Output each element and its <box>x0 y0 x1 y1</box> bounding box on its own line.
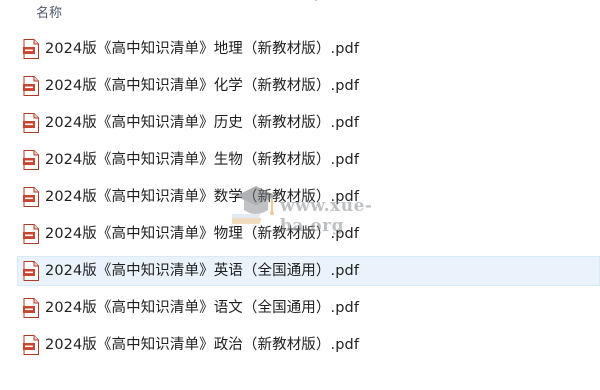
pdf-file-icon <box>23 113 39 133</box>
file-list-item[interactable]: 2024版《高中知识清单》政治（新教材版）.pdf <box>17 330 600 360</box>
file-name: 2024版《高中知识清单》物理（新教材版）.pdf <box>45 226 360 242</box>
pdf-file-icon <box>23 261 39 281</box>
pdf-file-icon <box>23 39 39 59</box>
pdf-file-icon <box>23 224 39 244</box>
name-column-header[interactable]: 名称 <box>36 6 62 22</box>
file-name: 2024版《高中知识清单》生物（新教材版）.pdf <box>45 152 360 168</box>
file-name: 2024版《高中知识清单》地理（新教材版）.pdf <box>45 41 360 57</box>
pdf-file-icon <box>23 335 39 355</box>
file-name: 2024版《高中知识清单》历史（新教材版）.pdf <box>45 115 360 131</box>
file-name: 2024版《高中知识清单》英语（全国通用）.pdf <box>45 263 360 279</box>
file-list-item[interactable]: 2024版《高中知识清单》地理（新教材版）.pdf <box>17 34 600 64</box>
file-list-item[interactable]: 2024版《高中知识清单》物理（新教材版）.pdf <box>17 219 600 249</box>
file-list-item[interactable]: 2024版《高中知识清单》化学（新教材版）.pdf <box>17 71 600 101</box>
file-list-item[interactable]: 2024版《高中知识清单》数学（新教材版）.pdf <box>17 182 600 212</box>
sort-chevron-icon[interactable] <box>310 0 322 4</box>
file-list-item[interactable]: 2024版《高中知识清单》历史（新教材版）.pdf <box>17 108 600 138</box>
file-list: 2024版《高中知识清单》地理（新教材版）.pdf 2024版《高中知识清单》化学… <box>17 34 600 367</box>
pdf-file-icon <box>23 150 39 170</box>
file-list-item[interactable]: 2024版《高中知识清单》语文（全国通用）.pdf <box>17 293 600 323</box>
file-name: 2024版《高中知识清单》政治（新教材版）.pdf <box>45 337 360 353</box>
file-name: 2024版《高中知识清单》化学（新教材版）.pdf <box>45 78 360 94</box>
file-explorer-window: 名称 2024版《高中知识清单》地理（新教材版）.pdf 2024版《高中知识清单… <box>0 0 600 390</box>
pdf-file-icon <box>23 298 39 318</box>
file-list-item[interactable]: 2024版《高中知识清单》英语（全国通用）.pdf <box>17 256 600 286</box>
file-name: 2024版《高中知识清单》数学（新教材版）.pdf <box>45 189 360 205</box>
column-header: 名称 <box>0 0 600 26</box>
pdf-file-icon <box>23 76 39 96</box>
file-list-item[interactable]: 2024版《高中知识清单》生物（新教材版）.pdf <box>17 145 600 175</box>
file-name: 2024版《高中知识清单》语文（全国通用）.pdf <box>45 300 360 316</box>
pdf-file-icon <box>23 187 39 207</box>
